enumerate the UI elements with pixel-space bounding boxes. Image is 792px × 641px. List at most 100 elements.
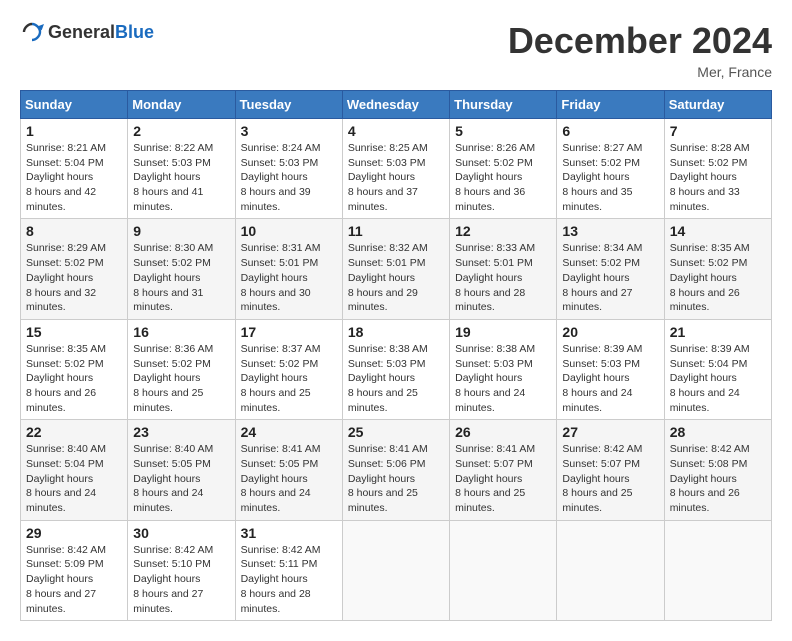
header-friday: Friday xyxy=(557,91,664,119)
cell-info: Sunrise: 8:41 AM Sunset: 5:06 PM Dayligh… xyxy=(348,442,444,515)
page-header: GeneralBlue December 2024 Mer, France xyxy=(20,20,772,80)
table-row: 9 Sunrise: 8:30 AM Sunset: 5:02 PM Dayli… xyxy=(128,219,235,319)
table-row: 1 Sunrise: 8:21 AM Sunset: 5:04 PM Dayli… xyxy=(21,119,128,219)
day-number: 26 xyxy=(455,424,551,440)
table-row: 22 Sunrise: 8:40 AM Sunset: 5:04 PM Dayl… xyxy=(21,420,128,520)
cell-info: Sunrise: 8:39 AM Sunset: 5:04 PM Dayligh… xyxy=(670,342,766,415)
header-tuesday: Tuesday xyxy=(235,91,342,119)
logo-general-text: General xyxy=(48,22,115,42)
table-row: 20 Sunrise: 8:39 AM Sunset: 5:03 PM Dayl… xyxy=(557,319,664,419)
day-number: 14 xyxy=(670,223,766,239)
table-row: 27 Sunrise: 8:42 AM Sunset: 5:07 PM Dayl… xyxy=(557,420,664,520)
day-number: 5 xyxy=(455,123,551,139)
cell-info: Sunrise: 8:27 AM Sunset: 5:02 PM Dayligh… xyxy=(562,141,658,214)
header-monday: Monday xyxy=(128,91,235,119)
cell-info: Sunrise: 8:25 AM Sunset: 5:03 PM Dayligh… xyxy=(348,141,444,214)
table-row: 21 Sunrise: 8:39 AM Sunset: 5:04 PM Dayl… xyxy=(664,319,771,419)
day-number: 29 xyxy=(26,525,122,541)
cell-info: Sunrise: 8:22 AM Sunset: 5:03 PM Dayligh… xyxy=(133,141,229,214)
table-row: 10 Sunrise: 8:31 AM Sunset: 5:01 PM Dayl… xyxy=(235,219,342,319)
day-number: 31 xyxy=(241,525,337,541)
logo-icon xyxy=(20,20,44,44)
cell-info: Sunrise: 8:34 AM Sunset: 5:02 PM Dayligh… xyxy=(562,241,658,314)
table-row: 11 Sunrise: 8:32 AM Sunset: 5:01 PM Dayl… xyxy=(342,219,449,319)
cell-info: Sunrise: 8:40 AM Sunset: 5:05 PM Dayligh… xyxy=(133,442,229,515)
header-wednesday: Wednesday xyxy=(342,91,449,119)
day-number: 17 xyxy=(241,324,337,340)
day-number: 30 xyxy=(133,525,229,541)
cell-info: Sunrise: 8:33 AM Sunset: 5:01 PM Dayligh… xyxy=(455,241,551,314)
calendar-table: Sunday Monday Tuesday Wednesday Thursday… xyxy=(20,90,772,621)
cell-info: Sunrise: 8:42 AM Sunset: 5:11 PM Dayligh… xyxy=(241,543,337,616)
table-row: 24 Sunrise: 8:41 AM Sunset: 5:05 PM Dayl… xyxy=(235,420,342,520)
cell-info: Sunrise: 8:24 AM Sunset: 5:03 PM Dayligh… xyxy=(241,141,337,214)
day-number: 18 xyxy=(348,324,444,340)
table-row: 3 Sunrise: 8:24 AM Sunset: 5:03 PM Dayli… xyxy=(235,119,342,219)
cell-info: Sunrise: 8:21 AM Sunset: 5:04 PM Dayligh… xyxy=(26,141,122,214)
table-row: 14 Sunrise: 8:35 AM Sunset: 5:02 PM Dayl… xyxy=(664,219,771,319)
cell-info: Sunrise: 8:36 AM Sunset: 5:02 PM Dayligh… xyxy=(133,342,229,415)
cell-info: Sunrise: 8:29 AM Sunset: 5:02 PM Dayligh… xyxy=(26,241,122,314)
logo: GeneralBlue xyxy=(20,20,154,44)
table-row: 23 Sunrise: 8:40 AM Sunset: 5:05 PM Dayl… xyxy=(128,420,235,520)
table-row: 5 Sunrise: 8:26 AM Sunset: 5:02 PM Dayli… xyxy=(450,119,557,219)
cell-info: Sunrise: 8:42 AM Sunset: 5:09 PM Dayligh… xyxy=(26,543,122,616)
title-area: December 2024 Mer, France xyxy=(508,20,772,80)
cell-info: Sunrise: 8:35 AM Sunset: 5:02 PM Dayligh… xyxy=(26,342,122,415)
table-row: 2 Sunrise: 8:22 AM Sunset: 5:03 PM Dayli… xyxy=(128,119,235,219)
table-row xyxy=(450,520,557,620)
day-number: 19 xyxy=(455,324,551,340)
day-number: 12 xyxy=(455,223,551,239)
table-row xyxy=(557,520,664,620)
table-row: 6 Sunrise: 8:27 AM Sunset: 5:02 PM Dayli… xyxy=(557,119,664,219)
cell-info: Sunrise: 8:30 AM Sunset: 5:02 PM Dayligh… xyxy=(133,241,229,314)
table-row: 28 Sunrise: 8:42 AM Sunset: 5:08 PM Dayl… xyxy=(664,420,771,520)
day-number: 24 xyxy=(241,424,337,440)
day-number: 1 xyxy=(26,123,122,139)
table-row: 31 Sunrise: 8:42 AM Sunset: 5:11 PM Dayl… xyxy=(235,520,342,620)
cell-info: Sunrise: 8:42 AM Sunset: 5:10 PM Dayligh… xyxy=(133,543,229,616)
cell-info: Sunrise: 8:41 AM Sunset: 5:07 PM Dayligh… xyxy=(455,442,551,515)
cell-info: Sunrise: 8:32 AM Sunset: 5:01 PM Dayligh… xyxy=(348,241,444,314)
day-number: 28 xyxy=(670,424,766,440)
cell-info: Sunrise: 8:35 AM Sunset: 5:02 PM Dayligh… xyxy=(670,241,766,314)
day-number: 3 xyxy=(241,123,337,139)
table-row: 17 Sunrise: 8:37 AM Sunset: 5:02 PM Dayl… xyxy=(235,319,342,419)
day-number: 21 xyxy=(670,324,766,340)
cell-info: Sunrise: 8:38 AM Sunset: 5:03 PM Dayligh… xyxy=(348,342,444,415)
table-row: 4 Sunrise: 8:25 AM Sunset: 5:03 PM Dayli… xyxy=(342,119,449,219)
day-number: 27 xyxy=(562,424,658,440)
cell-info: Sunrise: 8:31 AM Sunset: 5:01 PM Dayligh… xyxy=(241,241,337,314)
day-number: 22 xyxy=(26,424,122,440)
day-number: 20 xyxy=(562,324,658,340)
table-row: 16 Sunrise: 8:36 AM Sunset: 5:02 PM Dayl… xyxy=(128,319,235,419)
day-number: 25 xyxy=(348,424,444,440)
table-row: 8 Sunrise: 8:29 AM Sunset: 5:02 PM Dayli… xyxy=(21,219,128,319)
table-row: 7 Sunrise: 8:28 AM Sunset: 5:02 PM Dayli… xyxy=(664,119,771,219)
day-number: 7 xyxy=(670,123,766,139)
header-sunday: Sunday xyxy=(21,91,128,119)
day-number: 15 xyxy=(26,324,122,340)
day-number: 2 xyxy=(133,123,229,139)
table-row: 29 Sunrise: 8:42 AM Sunset: 5:09 PM Dayl… xyxy=(21,520,128,620)
cell-info: Sunrise: 8:42 AM Sunset: 5:07 PM Dayligh… xyxy=(562,442,658,515)
day-number: 11 xyxy=(348,223,444,239)
day-number: 13 xyxy=(562,223,658,239)
table-row: 25 Sunrise: 8:41 AM Sunset: 5:06 PM Dayl… xyxy=(342,420,449,520)
logo-blue-text: Blue xyxy=(115,22,154,42)
cell-info: Sunrise: 8:28 AM Sunset: 5:02 PM Dayligh… xyxy=(670,141,766,214)
table-row xyxy=(342,520,449,620)
month-title: December 2024 xyxy=(508,20,772,62)
cell-info: Sunrise: 8:37 AM Sunset: 5:02 PM Dayligh… xyxy=(241,342,337,415)
cell-info: Sunrise: 8:42 AM Sunset: 5:08 PM Dayligh… xyxy=(670,442,766,515)
day-number: 9 xyxy=(133,223,229,239)
table-row: 26 Sunrise: 8:41 AM Sunset: 5:07 PM Dayl… xyxy=(450,420,557,520)
day-number: 10 xyxy=(241,223,337,239)
day-number: 4 xyxy=(348,123,444,139)
header-thursday: Thursday xyxy=(450,91,557,119)
cell-info: Sunrise: 8:40 AM Sunset: 5:04 PM Dayligh… xyxy=(26,442,122,515)
cell-info: Sunrise: 8:38 AM Sunset: 5:03 PM Dayligh… xyxy=(455,342,551,415)
table-row: 15 Sunrise: 8:35 AM Sunset: 5:02 PM Dayl… xyxy=(21,319,128,419)
table-row xyxy=(664,520,771,620)
table-row: 19 Sunrise: 8:38 AM Sunset: 5:03 PM Dayl… xyxy=(450,319,557,419)
